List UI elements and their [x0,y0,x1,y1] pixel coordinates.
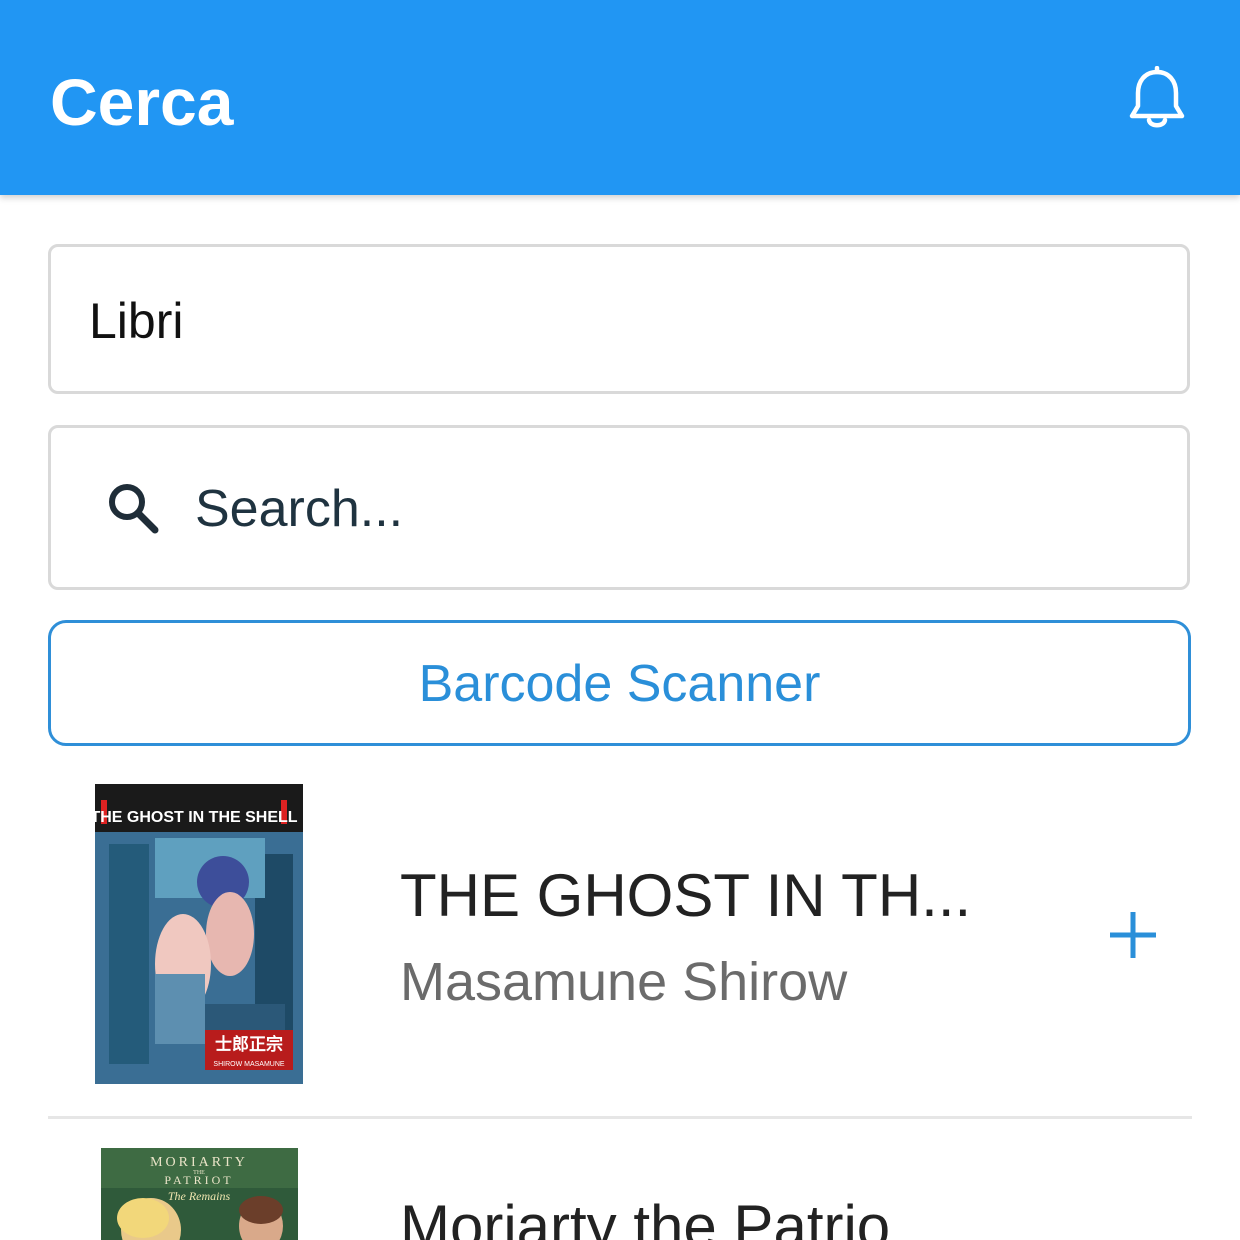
cover-script-text: The Remains [168,1189,231,1203]
cover-title-text: MORIARTY [150,1155,248,1170]
search-bar[interactable] [48,425,1190,590]
category-select[interactable]: Libri [48,244,1190,394]
book-cover-image: MORIARTY THE PATRIOT The Remains [101,1148,298,1240]
search-icon [109,484,159,534]
cover-kanji-text: 士郎正宗 [215,1034,283,1054]
cover-author-text: SHIROW MASAMUNE [213,1061,285,1068]
cover-title-text: THE GHOST IN THE SHELL [95,809,298,826]
app-bar: Cerca [0,0,1240,195]
bell-icon[interactable] [1126,66,1188,132]
barcode-scanner-button[interactable]: Barcode Scanner [48,620,1191,746]
page-title: Cerca [50,65,234,139]
list-item[interactable]: MORIARTY THE PATRIOT The Remains Moriart… [48,1119,1192,1240]
category-select-value: Libri [89,293,184,349]
search-input[interactable] [195,476,1095,542]
cover-patriot-text: PATRIOT [164,1173,233,1187]
list-item[interactable]: THE GHOST IN THE SHELL 士郎正宗 SHIROW MASAM… [48,770,1192,1119]
item-title: THE GHOST IN TH... [400,862,972,929]
book-cover-image: THE GHOST IN THE SHELL 士郎正宗 SHIROW MASAM… [95,784,303,1084]
item-author: Masamune Shirow [400,952,848,1012]
item-title: Moriarty the Patrio [400,1193,891,1240]
plus-icon[interactable] [1106,908,1160,962]
